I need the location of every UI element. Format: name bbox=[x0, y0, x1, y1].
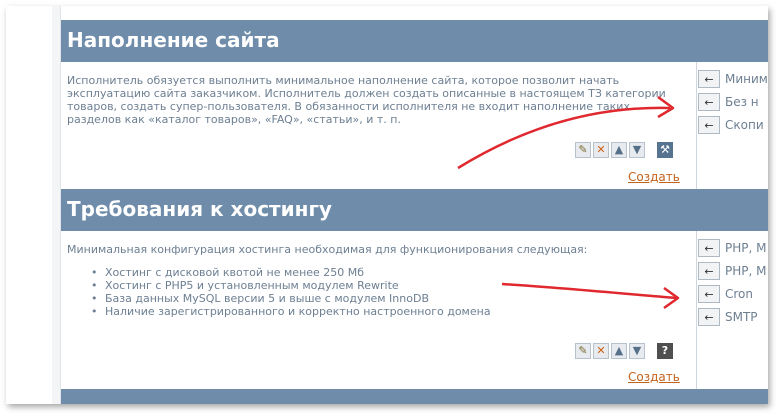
arrow-left-icon[interactable]: ← bbox=[698, 239, 720, 257]
move-up-icon[interactable]: ▲ bbox=[611, 142, 627, 158]
delete-icon[interactable]: ✕ bbox=[593, 343, 609, 359]
side-item-label: SMTP bbox=[725, 310, 758, 324]
requirements-list: Хостинг с дисковой квотой не менее 250 М… bbox=[91, 266, 686, 318]
move-down-icon[interactable]: ▼ bbox=[629, 343, 645, 359]
section-toolbar: ✎ ✕ ▲ ▼ ⚒ bbox=[575, 142, 673, 158]
side-item-label: Скопи bbox=[725, 118, 764, 132]
move-down-icon[interactable]: ▼ bbox=[629, 142, 645, 158]
section-content-hosting: Минимальная конфигурация хостинга необхо… bbox=[61, 231, 697, 389]
side-item: ← Cron bbox=[698, 285, 768, 303]
side-item-label: Cron bbox=[725, 287, 753, 301]
side-panel-2: ← PHP, M ← PHP, M ← Cron ← SMTP bbox=[698, 239, 768, 331]
section-text: Минимальная конфигурация хостинга необхо… bbox=[67, 243, 588, 256]
side-item: ← Без н bbox=[698, 93, 768, 111]
list-item: База данных MySQL версии 5 и выше с моду… bbox=[91, 292, 686, 305]
delete-icon[interactable]: ✕ bbox=[593, 142, 609, 158]
side-item: ← PHP, M bbox=[698, 239, 768, 257]
page-frame: Наполнение сайта Исполнитель обязуется в… bbox=[6, 6, 768, 404]
side-item: ← PHP, M bbox=[698, 262, 768, 280]
hammer-icon[interactable]: ⚒ bbox=[657, 142, 673, 158]
side-item: ← SMTP bbox=[698, 308, 768, 326]
arrow-left-icon[interactable]: ← bbox=[698, 93, 720, 111]
list-item: Хостинг с дисковой квотой не менее 250 М… bbox=[91, 266, 686, 279]
left-gutter bbox=[6, 6, 53, 404]
left-gutter-strip bbox=[52, 6, 61, 404]
create-link[interactable]: Создать bbox=[628, 370, 680, 384]
list-item: Наличие зарегистрированного и корректно … bbox=[91, 305, 686, 318]
section-title-content: Наполнение сайта bbox=[61, 20, 768, 62]
list-item: Хостинг с PHP5 и установленным модулем R… bbox=[91, 279, 686, 292]
side-item-label: Миним bbox=[725, 72, 768, 86]
section-title-hosting: Требования к хостингу bbox=[61, 189, 768, 231]
section-toolbar: ✎ ✕ ▲ ▼ ? bbox=[575, 343, 673, 359]
side-item: ← Миним bbox=[698, 70, 768, 88]
arrow-left-icon[interactable]: ← bbox=[698, 285, 720, 303]
question-icon[interactable]: ? bbox=[657, 343, 673, 359]
side-item-label: PHP, M bbox=[725, 264, 767, 278]
arrow-left-icon[interactable]: ← bbox=[698, 308, 720, 326]
section-text: Исполнитель обязуется выполнить минималь… bbox=[67, 74, 666, 126]
next-section-band bbox=[61, 389, 768, 404]
arrow-left-icon[interactable]: ← bbox=[698, 262, 720, 280]
side-item-label: PHP, M bbox=[725, 241, 767, 255]
arrow-left-icon[interactable]: ← bbox=[698, 116, 720, 134]
edit-pencil-icon[interactable]: ✎ bbox=[575, 142, 591, 158]
edit-pencil-icon[interactable]: ✎ bbox=[575, 343, 591, 359]
create-link[interactable]: Создать bbox=[628, 170, 680, 184]
arrow-left-icon[interactable]: ← bbox=[698, 70, 720, 88]
section-content-filling: Исполнитель обязуется выполнить минималь… bbox=[61, 62, 697, 189]
side-item: ← Скопи bbox=[698, 116, 768, 134]
side-item-label: Без н bbox=[725, 95, 759, 109]
side-panel-1: ← Миним ← Без н ← Скопи bbox=[698, 70, 768, 139]
move-up-icon[interactable]: ▲ bbox=[611, 343, 627, 359]
